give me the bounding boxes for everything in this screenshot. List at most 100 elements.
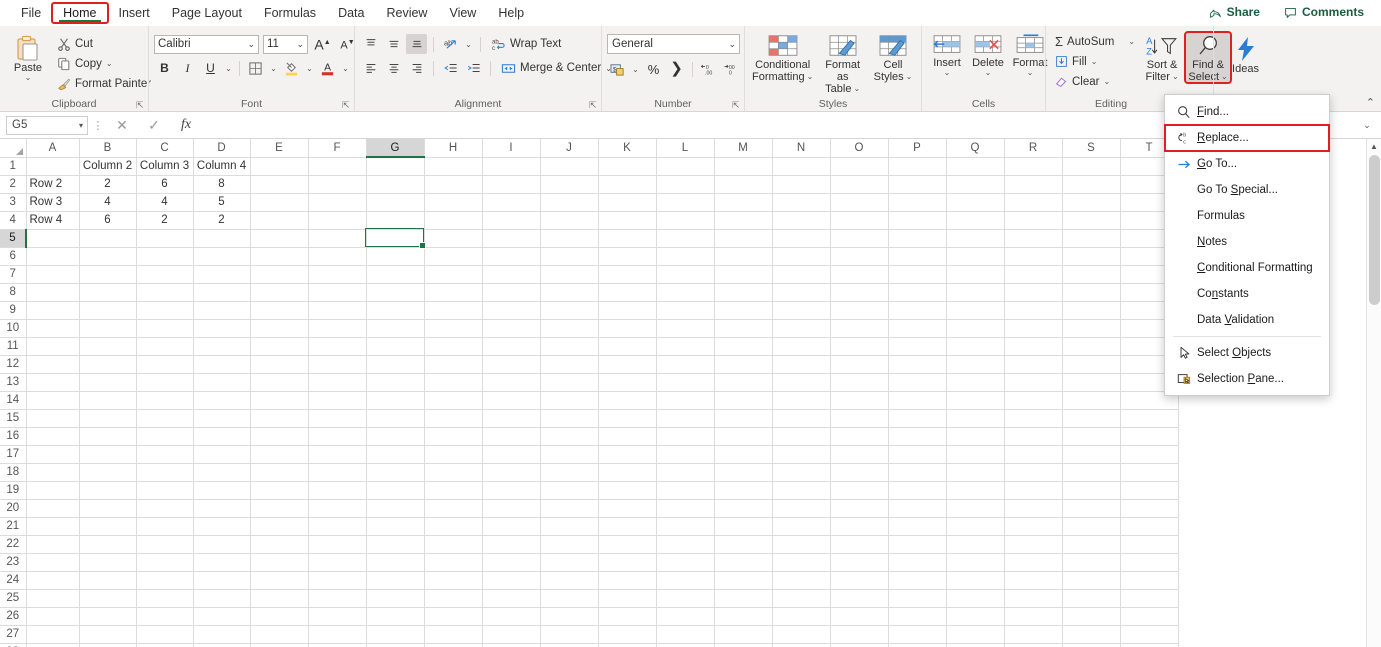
bold-button[interactable]: B <box>154 58 175 78</box>
cell-F18[interactable] <box>308 463 367 482</box>
cell-A2[interactable]: Row 2 <box>26 175 80 194</box>
cell-R15[interactable] <box>1004 409 1063 428</box>
cell-A7[interactable] <box>26 265 80 284</box>
cell-K15[interactable] <box>598 409 657 428</box>
cell-F21[interactable] <box>308 517 367 536</box>
cell-R11[interactable] <box>1004 337 1063 356</box>
cell-G18[interactable] <box>366 463 425 482</box>
cell-H3[interactable] <box>424 193 483 212</box>
cell-A10[interactable] <box>26 319 80 338</box>
cell-R10[interactable] <box>1004 319 1063 338</box>
cell-S22[interactable] <box>1062 535 1121 554</box>
cell-A4[interactable]: Row 4 <box>26 211 80 230</box>
column-header-H[interactable]: H <box>424 139 483 158</box>
accounting-chevron[interactable]: ⌄ <box>630 59 641 79</box>
cell-D10[interactable] <box>193 319 251 338</box>
cell-O13[interactable] <box>830 373 889 392</box>
cell-K1[interactable] <box>598 157 657 176</box>
cell-M23[interactable] <box>714 553 773 572</box>
cell-S16[interactable] <box>1062 427 1121 446</box>
cell-C17[interactable] <box>136 445 194 464</box>
row-header-2[interactable]: 2 <box>0 175 27 194</box>
cell-E9[interactable] <box>250 301 309 320</box>
cell-S21[interactable] <box>1062 517 1121 536</box>
cell-S19[interactable] <box>1062 481 1121 500</box>
row-header-13[interactable]: 13 <box>0 373 27 392</box>
cell-B2[interactable]: 2 <box>79 175 137 194</box>
cell-I4[interactable] <box>482 211 541 230</box>
cell-J13[interactable] <box>540 373 599 392</box>
cell-N27[interactable] <box>772 625 831 644</box>
cell-L23[interactable] <box>656 553 715 572</box>
cell-O3[interactable] <box>830 193 889 212</box>
cell-J17[interactable] <box>540 445 599 464</box>
cell-R2[interactable] <box>1004 175 1063 194</box>
cell-R6[interactable] <box>1004 247 1063 266</box>
cell-A13[interactable] <box>26 373 80 392</box>
cell-S26[interactable] <box>1062 607 1121 626</box>
cell-C27[interactable] <box>136 625 194 644</box>
cell-J6[interactable] <box>540 247 599 266</box>
cell-P16[interactable] <box>888 427 947 446</box>
cell-Q22[interactable] <box>946 535 1005 554</box>
cell-H28[interactable] <box>424 643 483 647</box>
cell-P21[interactable] <box>888 517 947 536</box>
cell-S10[interactable] <box>1062 319 1121 338</box>
cell-N11[interactable] <box>772 337 831 356</box>
cell-L2[interactable] <box>656 175 715 194</box>
cell-B20[interactable] <box>79 499 137 518</box>
cell-R21[interactable] <box>1004 517 1063 536</box>
cell-N18[interactable] <box>772 463 831 482</box>
cell-S9[interactable] <box>1062 301 1121 320</box>
cell-N7[interactable] <box>772 265 831 284</box>
cell-F3[interactable] <box>308 193 367 212</box>
cell-R17[interactable] <box>1004 445 1063 464</box>
cell-L25[interactable] <box>656 589 715 608</box>
cell-D24[interactable] <box>193 571 251 590</box>
cell-S17[interactable] <box>1062 445 1121 464</box>
cell-B16[interactable] <box>79 427 137 446</box>
cell-R9[interactable] <box>1004 301 1063 320</box>
cell-Q21[interactable] <box>946 517 1005 536</box>
cell-I25[interactable] <box>482 589 541 608</box>
cell-F20[interactable] <box>308 499 367 518</box>
cell-M9[interactable] <box>714 301 773 320</box>
cell-O24[interactable] <box>830 571 889 590</box>
cell-G7[interactable] <box>366 265 425 284</box>
cell-P6[interactable] <box>888 247 947 266</box>
cell-C24[interactable] <box>136 571 194 590</box>
cell-A18[interactable] <box>26 463 80 482</box>
cell-I13[interactable] <box>482 373 541 392</box>
cell-E22[interactable] <box>250 535 309 554</box>
cell-A6[interactable] <box>26 247 80 266</box>
cell-I26[interactable] <box>482 607 541 626</box>
cell-B12[interactable] <box>79 355 137 374</box>
cell-I23[interactable] <box>482 553 541 572</box>
row-header-18[interactable]: 18 <box>0 463 27 482</box>
cell-K14[interactable] <box>598 391 657 410</box>
cell-N4[interactable] <box>772 211 831 230</box>
cell-K19[interactable] <box>598 481 657 500</box>
format-painter-button[interactable]: Format Painter <box>53 74 155 93</box>
cell-K24[interactable] <box>598 571 657 590</box>
cell-J4[interactable] <box>540 211 599 230</box>
cell-B4[interactable]: 6 <box>79 211 137 230</box>
cell-C12[interactable] <box>136 355 194 374</box>
cell-C14[interactable] <box>136 391 194 410</box>
cell-F1[interactable] <box>308 157 367 176</box>
cell-I15[interactable] <box>482 409 541 428</box>
cell-K7[interactable] <box>598 265 657 284</box>
cell-H20[interactable] <box>424 499 483 518</box>
cell-F11[interactable] <box>308 337 367 356</box>
cell-O2[interactable] <box>830 175 889 194</box>
cell-L20[interactable] <box>656 499 715 518</box>
column-header-S[interactable]: S <box>1062 139 1121 158</box>
cell-F13[interactable] <box>308 373 367 392</box>
cell-B13[interactable] <box>79 373 137 392</box>
scroll-up-arrow-icon[interactable]: ▲ <box>1367 139 1381 154</box>
cell-H23[interactable] <box>424 553 483 572</box>
cell-A26[interactable] <box>26 607 80 626</box>
cell-D1[interactable]: Column 4 <box>193 157 251 176</box>
cell-T28[interactable] <box>1120 643 1179 647</box>
menu-item-data-validation[interactable]: Data Validation <box>1165 307 1329 333</box>
